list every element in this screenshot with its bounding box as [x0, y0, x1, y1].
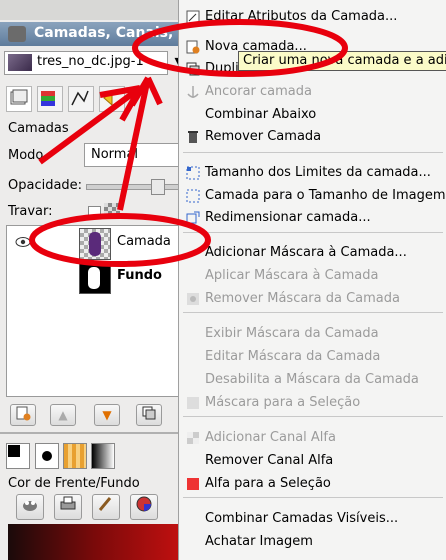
annotation-layer [29, 19, 348, 267]
annotation-circle-menu [132, 19, 348, 77]
annotation-circle-layer [29, 213, 211, 267]
annotation-arrow-1 [38, 85, 142, 165]
